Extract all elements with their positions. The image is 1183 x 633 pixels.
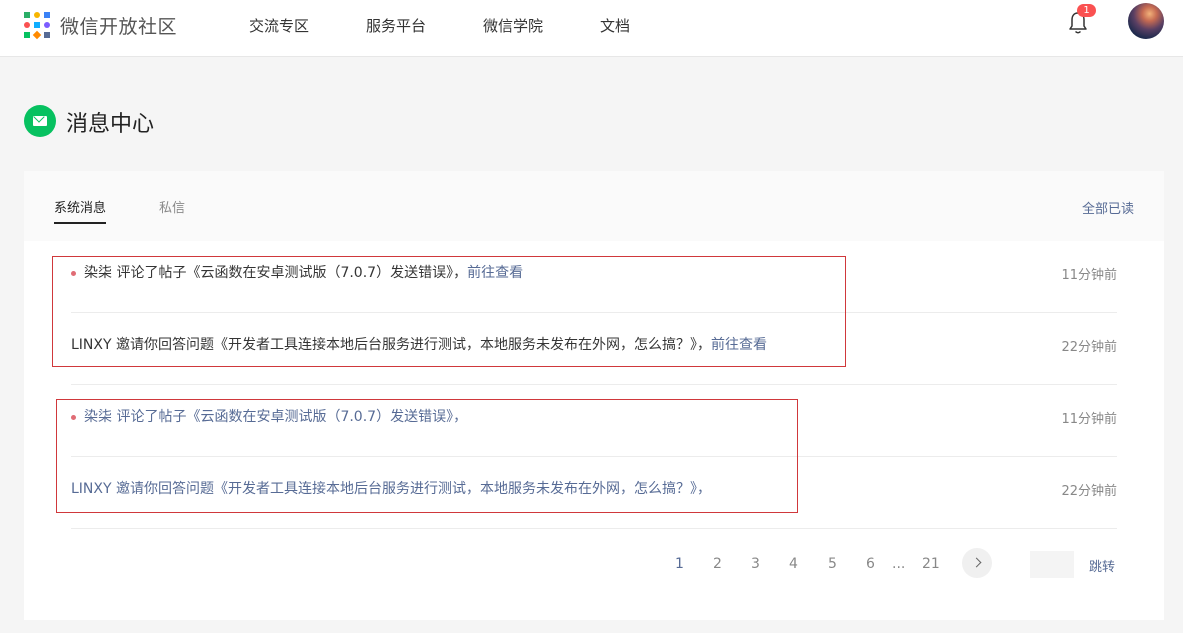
jump-button[interactable]: 跳转 <box>1089 556 1115 575</box>
message-time: 22分钟前 <box>1061 484 1117 499</box>
mail-icon <box>24 105 56 137</box>
unread-dot <box>71 271 76 276</box>
page-number-last[interactable]: 21 <box>922 556 940 572</box>
page-number[interactable]: 5 <box>828 556 837 572</box>
nav-item-community[interactable]: 交流专区 <box>249 15 309 36</box>
wechat-logo-icon[interactable] <box>24 12 50 40</box>
view-link[interactable]: 前往查看 <box>711 337 767 353</box>
message-time: 11分钟前 <box>1061 412 1117 427</box>
top-header: 微信开放社区 交流专区 服务平台 微信学院 文档 1 <box>0 0 1183 57</box>
message-text[interactable]: LINXY 邀请你回答问题《开发者工具连接本地后台服务进行测试，本地服务未发布在… <box>71 478 711 498</box>
tab-system-messages[interactable]: 系统消息 <box>54 197 107 224</box>
message-panel: 系统消息 私信 全部已读 染柒 评论了帖子《云函数在安卓测试版（7.0.7）发送… <box>24 171 1164 620</box>
message-item: LINXY 邀请你回答问题《开发者工具连接本地后台服务进行测试，本地服务未发布在… <box>71 313 1117 385</box>
site-title[interactable]: 微信开放社区 <box>60 12 177 39</box>
page-number[interactable]: 2 <box>713 556 722 572</box>
nav-item-academy[interactable]: 微信学院 <box>483 15 543 36</box>
page-number[interactable]: 6 <box>866 556 875 572</box>
notification-badge: 1 <box>1077 4 1096 17</box>
jump-page-input[interactable] <box>1030 551 1074 578</box>
nav-item-service-platform[interactable]: 服务平台 <box>366 15 426 36</box>
page-number[interactable]: 1 <box>675 556 684 572</box>
nav-item-docs[interactable]: 文档 <box>600 15 630 36</box>
message-time: 22分钟前 <box>1061 340 1117 355</box>
unread-dot <box>71 415 76 420</box>
message-item[interactable]: LINXY 邀请你回答问题《开发者工具连接本地后台服务进行测试，本地服务未发布在… <box>71 457 1117 529</box>
view-link[interactable]: 前往查看 <box>467 265 523 281</box>
message-item[interactable]: 染柒 评论了帖子《云函数在安卓测试版（7.0.7）发送错误》， 11分钟前 <box>71 385 1117 457</box>
mark-all-read-button[interactable]: 全部已读 <box>1082 198 1134 217</box>
message-text: LINXY 邀请你回答问题《开发者工具连接本地后台服务进行测试，本地服务未发布在… <box>71 337 767 353</box>
pagination-ellipsis: ... <box>892 556 906 572</box>
message-item: 染柒 评论了帖子《云函数在安卓测试版（7.0.7）发送错误》，前往查看 11分钟… <box>71 241 1117 313</box>
page-number[interactable]: 3 <box>751 556 760 572</box>
message-time: 11分钟前 <box>1061 268 1117 283</box>
page-title: 消息中心 <box>66 112 155 137</box>
tab-private-messages[interactable]: 私信 <box>159 197 185 216</box>
message-tabs: 系统消息 私信 全部已读 <box>24 171 1164 241</box>
message-text[interactable]: 染柒 评论了帖子《云函数在安卓测试版（7.0.7）发送错误》， <box>84 406 467 426</box>
user-avatar[interactable] <box>1128 3 1164 39</box>
message-text: 染柒 评论了帖子《云函数在安卓测试版（7.0.7）发送错误》，前往查看 <box>84 265 524 281</box>
page-number[interactable]: 4 <box>789 556 798 572</box>
next-page-button[interactable] <box>962 548 992 578</box>
